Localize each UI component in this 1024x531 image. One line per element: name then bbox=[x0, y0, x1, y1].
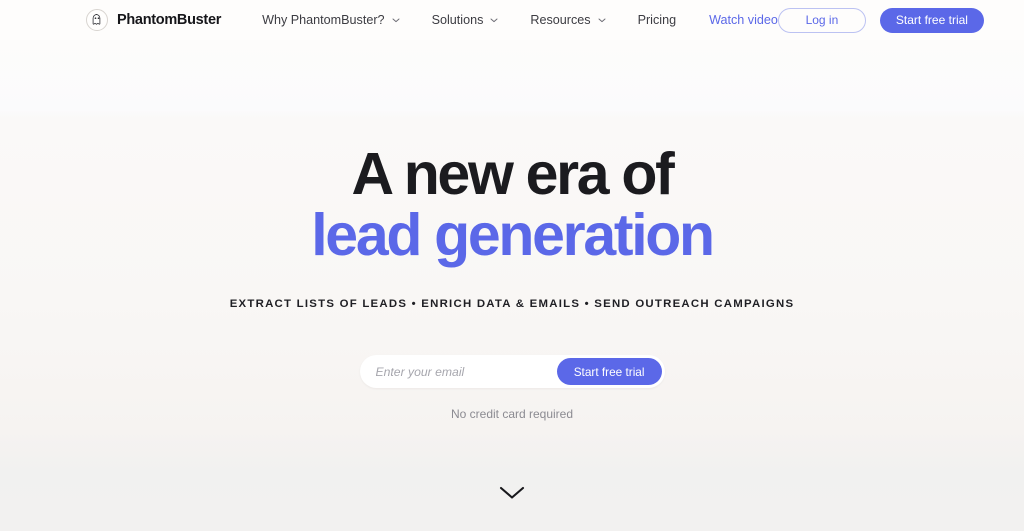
header-actions: Log in Start free trial bbox=[777, 7, 984, 33]
nav-item-label: Why PhantomBuster? bbox=[262, 13, 385, 27]
chevron-down-icon bbox=[392, 18, 400, 23]
hero-tagline: EXTRACT LISTS OF LEADS • ENRICH DATA & E… bbox=[229, 298, 795, 310]
brand-name: PhantomBuster bbox=[117, 12, 222, 28]
ghost-icon bbox=[86, 9, 108, 31]
nav-item-label: Solutions bbox=[431, 13, 484, 27]
chevron-down-icon bbox=[598, 18, 606, 23]
headline-line-2: lead generation bbox=[311, 202, 715, 268]
brand-logo-link[interactable]: PhantomBuster bbox=[86, 9, 221, 31]
site-header: PhantomBuster Why PhantomBuster? Solutio… bbox=[0, 0, 1024, 40]
hero-section: A new era of lead generation EXTRACT LIS… bbox=[0, 40, 1024, 531]
nav-item-pricing[interactable]: Pricing bbox=[638, 9, 677, 31]
no-credit-card-note: No credit card required bbox=[450, 407, 574, 421]
chevron-down-icon bbox=[490, 18, 498, 23]
main-navigation: Why PhantomBuster? Solutions Resources P… bbox=[262, 9, 778, 31]
hero-start-free-trial-button[interactable]: Start free trial bbox=[556, 358, 662, 385]
headline-line-1: A new era of bbox=[351, 141, 674, 207]
login-button[interactable]: Log in bbox=[777, 7, 866, 33]
nav-item-why-phantombuster[interactable]: Why PhantomBuster? bbox=[262, 9, 400, 31]
nav-item-label: Pricing bbox=[637, 13, 677, 27]
landing-page: PhantomBuster Why PhantomBuster? Solutio… bbox=[0, 0, 1024, 531]
nav-item-label: Resources bbox=[530, 13, 591, 27]
header-start-free-trial-button[interactable]: Start free trial bbox=[879, 7, 984, 33]
watch-video-link[interactable]: Watch video bbox=[709, 13, 778, 27]
email-signup-form: Start free trial bbox=[359, 355, 665, 388]
nav-item-solutions[interactable]: Solutions bbox=[432, 9, 499, 31]
chevron-down-icon bbox=[499, 486, 525, 500]
scroll-down-button[interactable] bbox=[497, 484, 527, 502]
nav-item-resources[interactable]: Resources bbox=[530, 9, 606, 31]
email-input[interactable] bbox=[375, 364, 557, 379]
page-title: A new era of lead generation bbox=[311, 141, 715, 268]
